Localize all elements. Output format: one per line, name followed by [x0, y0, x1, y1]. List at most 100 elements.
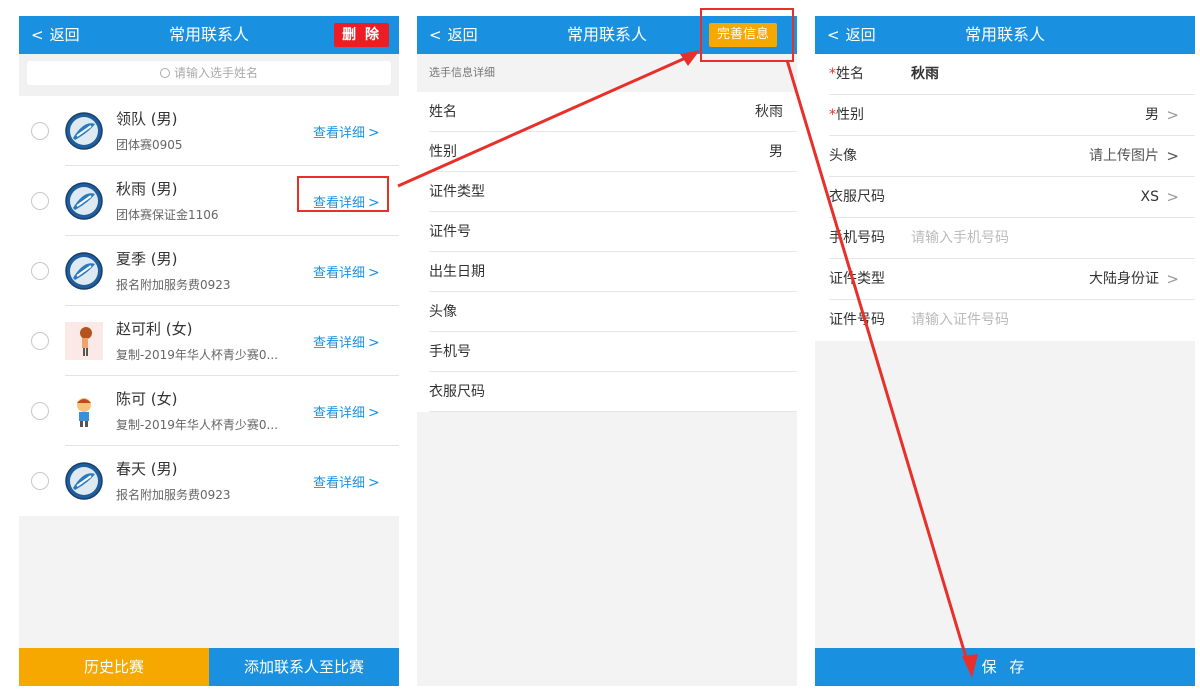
- chevron-right-icon: >: [1166, 106, 1179, 124]
- contact-name: 夏季 (男): [116, 250, 178, 268]
- back-label: 返回: [49, 26, 80, 44]
- phone-label: 手机号码: [829, 230, 885, 246]
- chevron-left-icon: <: [827, 26, 840, 44]
- contact-group: 报名附加服务费0923: [116, 488, 231, 502]
- contact-row[interactable]: 夏季 (男) 报名附加服务费0923 查看详细 >: [19, 236, 399, 306]
- highlight-box-complete: [700, 8, 794, 62]
- contact-row[interactable]: 春天 (男) 报名附加服务费0923 查看详细 >: [19, 446, 399, 516]
- detail-field-row: 手机号: [417, 332, 797, 372]
- detail-field-row: 证件类型: [417, 172, 797, 212]
- navbar: < 返回 常用联系人: [815, 16, 1195, 54]
- contact-row[interactable]: 领队 (男) 团体赛0905 查看详细 >: [19, 96, 399, 166]
- select-radio[interactable]: [31, 402, 49, 420]
- view-detail-link[interactable]: 查看详细 >: [313, 122, 380, 141]
- chevron-right-icon: >: [368, 475, 380, 491]
- navbar: < 返回 常用联系人 删 除: [19, 16, 399, 54]
- view-detail-link[interactable]: 查看详细 >: [313, 332, 380, 351]
- chevron-right-icon: >: [1166, 147, 1179, 165]
- field-label: 出生日期: [429, 264, 485, 280]
- badminton-logo-icon: [65, 462, 103, 500]
- name-label: *姓名: [829, 66, 864, 82]
- select-radio[interactable]: [31, 262, 49, 280]
- search-icon: [159, 68, 170, 78]
- detail-field-row: 头像: [417, 292, 797, 332]
- chevron-right-icon: >: [368, 335, 380, 351]
- cartoon-girl-icon: [65, 322, 103, 360]
- idno-row[interactable]: 证件号码 请输入证件号码: [815, 300, 1195, 341]
- size-row[interactable]: 衣服尺码 XS >: [815, 177, 1195, 218]
- contact-name: 陈可 (女): [116, 390, 178, 408]
- field-label: 证件类型: [429, 184, 485, 200]
- avatar-label: 头像: [829, 148, 857, 164]
- phone-input[interactable]: 请输入手机号码: [911, 218, 1009, 259]
- contact-name: 赵可利 (女): [116, 320, 193, 338]
- search-placeholder: 请输入选手姓名: [173, 66, 258, 80]
- view-detail-link[interactable]: 查看详细 >: [313, 472, 380, 491]
- select-radio[interactable]: [31, 192, 49, 210]
- select-radio[interactable]: [31, 332, 49, 350]
- required-mark: *: [829, 107, 836, 123]
- gender-select[interactable]: 男: [1145, 95, 1159, 136]
- detail-field-row: 性别 男: [417, 132, 797, 172]
- save-button[interactable]: 保 存: [815, 648, 1195, 686]
- gender-row[interactable]: *性别 男 >: [815, 95, 1195, 136]
- chevron-right-icon: >: [368, 405, 380, 421]
- contact-row[interactable]: 陈可 (女) 复制-2019年华人杯青少赛0... 查看详细 >: [19, 376, 399, 446]
- search-input[interactable]: 请输入选手姓名: [27, 61, 391, 85]
- detail-field-row: 姓名 秋雨: [417, 92, 797, 132]
- detail-field-row: 衣服尺码: [417, 372, 797, 412]
- idno-input[interactable]: 请输入证件号码: [911, 300, 1009, 341]
- name-row[interactable]: *姓名 秋雨: [815, 54, 1195, 95]
- cartoon-boy-icon: [65, 392, 103, 430]
- field-value: 男: [769, 144, 783, 160]
- chevron-right-icon: >: [368, 265, 380, 281]
- field-label: 头像: [429, 304, 457, 320]
- contact-group: 复制-2019年华人杯青少赛0...: [116, 418, 278, 432]
- upload-image-link[interactable]: 请上传图片: [1089, 136, 1159, 177]
- field-label: 衣服尺码: [429, 384, 485, 400]
- contact-name: 春天 (男): [116, 460, 178, 478]
- field-label: 性别: [429, 144, 457, 160]
- chevron-left-icon: <: [429, 26, 442, 44]
- field-value: 秋雨: [755, 104, 783, 120]
- idtype-label: 证件类型: [829, 271, 885, 287]
- chevron-left-icon: <: [31, 26, 44, 44]
- view-detail-link[interactable]: 查看详细 >: [313, 402, 380, 421]
- idno-label: 证件号码: [829, 312, 885, 328]
- select-radio[interactable]: [31, 122, 49, 140]
- detail-field-row: 证件号: [417, 212, 797, 252]
- size-label: 衣服尺码: [829, 189, 885, 205]
- contact-group: 报名附加服务费0923: [116, 278, 231, 292]
- idtype-row[interactable]: 证件类型 大陆身份证 >: [815, 259, 1195, 300]
- history-matches-button[interactable]: 历史比赛: [19, 648, 209, 686]
- back-button[interactable]: < 返回: [429, 16, 478, 54]
- detail-field-row: 出生日期: [417, 252, 797, 292]
- phone-row[interactable]: 手机号码 请输入手机号码: [815, 218, 1195, 259]
- view-detail-link[interactable]: 查看详细 >: [313, 262, 380, 281]
- gender-label: *性别: [829, 107, 864, 123]
- delete-button[interactable]: 删 除: [334, 23, 389, 47]
- contact-row[interactable]: 赵可利 (女) 复制-2019年华人杯青少赛0... 查看详细 >: [19, 306, 399, 376]
- idtype-select[interactable]: 大陆身份证: [1089, 259, 1159, 300]
- edit-contact-screen: < 返回 常用联系人 *姓名 秋雨 *性别 男 > 头像 请上传图片 > 衣服尺码…: [815, 16, 1195, 686]
- add-contact-to-match-button[interactable]: 添加联系人至比赛: [209, 648, 399, 686]
- avatar-row[interactable]: 头像 请上传图片 >: [815, 136, 1195, 177]
- field-label: 证件号: [429, 224, 471, 240]
- contact-group: 团体赛0905: [116, 138, 183, 152]
- back-button[interactable]: < 返回: [31, 16, 80, 54]
- chevron-right-icon: >: [1166, 188, 1179, 206]
- field-label: 姓名: [429, 104, 457, 120]
- size-select[interactable]: XS: [1141, 177, 1159, 218]
- badminton-logo-icon: [65, 182, 103, 220]
- contact-detail-screen: < 返回 常用联系人 完善信息 选手信息详细 姓名 秋雨 性别男证件类型 证件号 出生日期…: [417, 16, 797, 686]
- select-radio[interactable]: [31, 472, 49, 490]
- back-label: 返回: [447, 26, 478, 44]
- badminton-logo-icon: [65, 112, 103, 150]
- contact-name: 秋雨 (男): [116, 180, 178, 198]
- back-button[interactable]: < 返回: [827, 16, 876, 54]
- contacts-list-screen: < 返回 常用联系人 删 除 请输入选手姓名 领队 (男) 团体赛0905 查看详细 >…: [19, 16, 399, 686]
- contact-group: 复制-2019年华人杯青少赛0...: [116, 348, 278, 362]
- contact-name: 领队 (男): [116, 110, 178, 128]
- name-field[interactable]: 秋雨: [911, 54, 939, 95]
- back-label: 返回: [845, 26, 876, 44]
